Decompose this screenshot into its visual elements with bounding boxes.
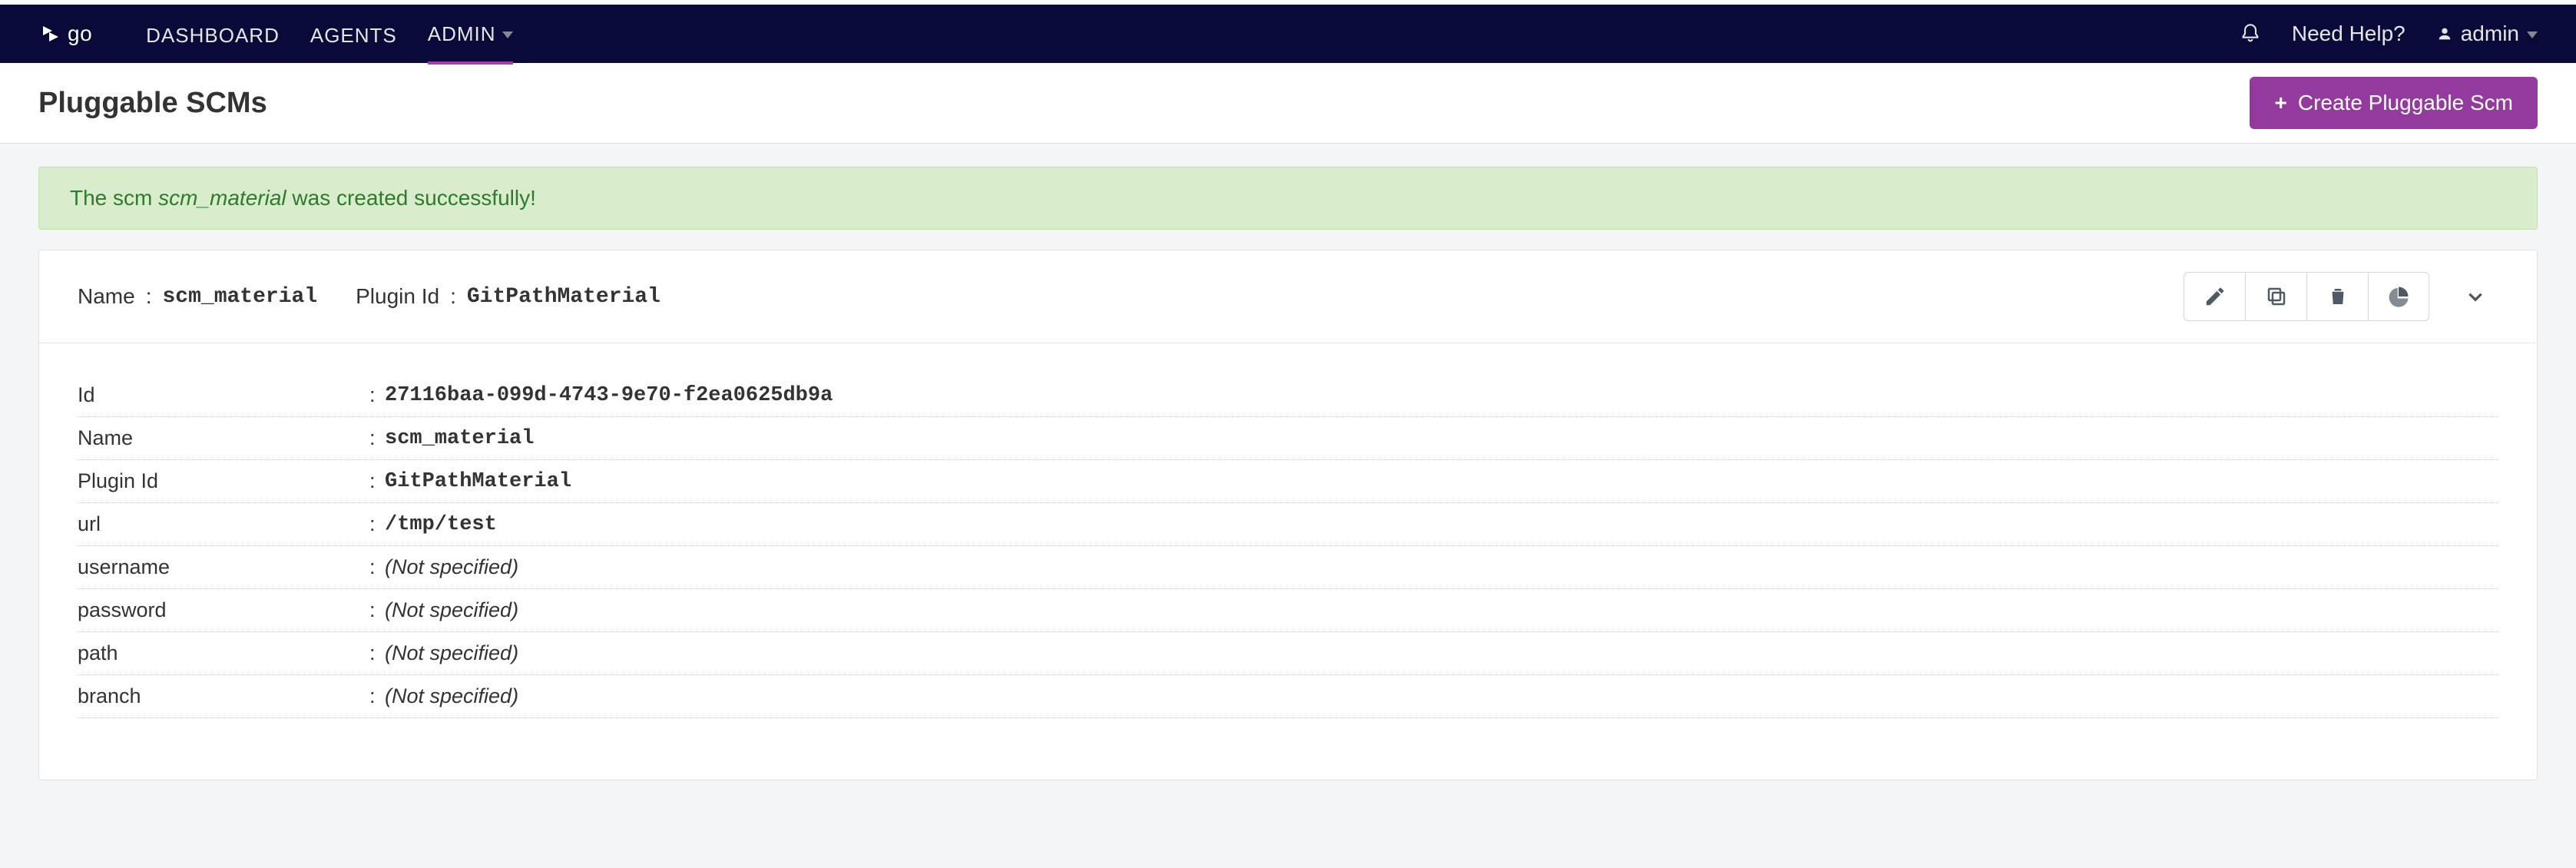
go-logo-icon [38, 22, 63, 46]
detail-key: username [78, 555, 369, 579]
detail-key: path [78, 641, 369, 665]
detail-row: Plugin Id:GitPathMaterial [78, 460, 2498, 503]
detail-key: Plugin Id [78, 469, 369, 493]
detail-row: url:/tmp/test [78, 503, 2498, 546]
content: The scm scm_material was created success… [0, 144, 2576, 803]
header-plugin-value: GitPathMaterial [467, 285, 661, 309]
user-menu[interactable]: admin [2436, 22, 2538, 46]
header-name-value: scm_material [162, 285, 317, 309]
clone-button[interactable] [2245, 272, 2306, 321]
collapse-toggle[interactable] [2452, 272, 2498, 321]
detail-value: scm_material [385, 427, 534, 450]
delete-button[interactable] [2306, 272, 2368, 321]
detail-row: Id:27116baa-099d-4743-9e70-f2ea0625db9a [78, 374, 2498, 417]
detail-value: /tmp/test [385, 513, 497, 536]
nav-right: Need Help? admin [2240, 22, 2538, 46]
usages-button[interactable] [2368, 272, 2429, 321]
chevron-down-icon [2465, 287, 2485, 306]
detail-value: (Not specified) [385, 684, 518, 708]
detail-row: path:(Not specified) [78, 632, 2498, 675]
pie-chart-icon [2387, 285, 2410, 308]
nav-help[interactable]: Need Help? [2292, 22, 2405, 46]
header-name-label: Name [78, 284, 135, 309]
header-name-kv: Name : scm_material [78, 284, 317, 309]
alert-prefix: The scm [70, 186, 158, 210]
trash-icon [2326, 285, 2349, 308]
plus-icon: + [2274, 92, 2286, 114]
detail-key: password [78, 598, 369, 622]
header-plugin-label: Plugin Id [356, 284, 439, 309]
header-actions [2184, 272, 2498, 321]
detail-key: branch [78, 684, 369, 708]
detail-value: GitPathMaterial [385, 470, 571, 493]
scm-card: Name : scm_material Plugin Id : GitPathM… [38, 250, 2538, 780]
edit-icon [2204, 285, 2227, 308]
create-btn-label: Create Pluggable Scm [2298, 91, 2513, 115]
caret-down-icon [502, 31, 513, 38]
success-alert: The scm scm_material was created success… [38, 167, 2538, 230]
page-title: Pluggable SCMs [38, 87, 2250, 120]
edit-button[interactable] [2184, 272, 2245, 321]
nav-user-label: admin [2461, 22, 2519, 46]
detail-value: 27116baa-099d-4743-9e70-f2ea0625db9a [385, 384, 833, 407]
create-pluggable-scm-button[interactable]: + Create Pluggable Scm [2250, 77, 2538, 129]
detail-key: Id [78, 383, 369, 407]
alert-suffix: was created successfully! [286, 186, 536, 210]
user-icon [2436, 25, 2453, 42]
detail-value: (Not specified) [385, 641, 518, 665]
logo[interactable]: go [38, 22, 92, 46]
copy-icon [2265, 285, 2288, 308]
bell-icon[interactable] [2240, 23, 2261, 45]
detail-key: Name [78, 426, 369, 450]
nav-admin[interactable]: ADMIN [428, 4, 513, 65]
detail-row: branch:(Not specified) [78, 675, 2498, 718]
header-plugin-kv: Plugin Id : GitPathMaterial [356, 284, 661, 309]
detail-key: url [78, 512, 369, 536]
top-nav: go DASHBOARD AGENTS ADMIN Need Help? adm… [0, 0, 2576, 63]
nav-dashboard[interactable]: DASHBOARD [146, 4, 280, 65]
scm-card-body: Id:27116baa-099d-4743-9e70-f2ea0625db9aN… [39, 343, 2537, 780]
nav-items: DASHBOARD AGENTS ADMIN [146, 4, 512, 65]
nav-admin-label: ADMIN [428, 22, 496, 46]
caret-down-icon [2527, 31, 2538, 38]
detail-row: Name:scm_material [78, 417, 2498, 460]
detail-value: (Not specified) [385, 598, 518, 622]
logo-text: go [68, 22, 92, 46]
nav-agents[interactable]: AGENTS [310, 4, 397, 65]
subheader: Pluggable SCMs + Create Pluggable Scm [0, 63, 2576, 144]
detail-row: password:(Not specified) [78, 589, 2498, 632]
alert-scm-name: scm_material [158, 186, 286, 210]
detail-row: username:(Not specified) [78, 546, 2498, 589]
detail-value: (Not specified) [385, 555, 518, 579]
scm-card-header: Name : scm_material Plugin Id : GitPathM… [39, 250, 2537, 343]
